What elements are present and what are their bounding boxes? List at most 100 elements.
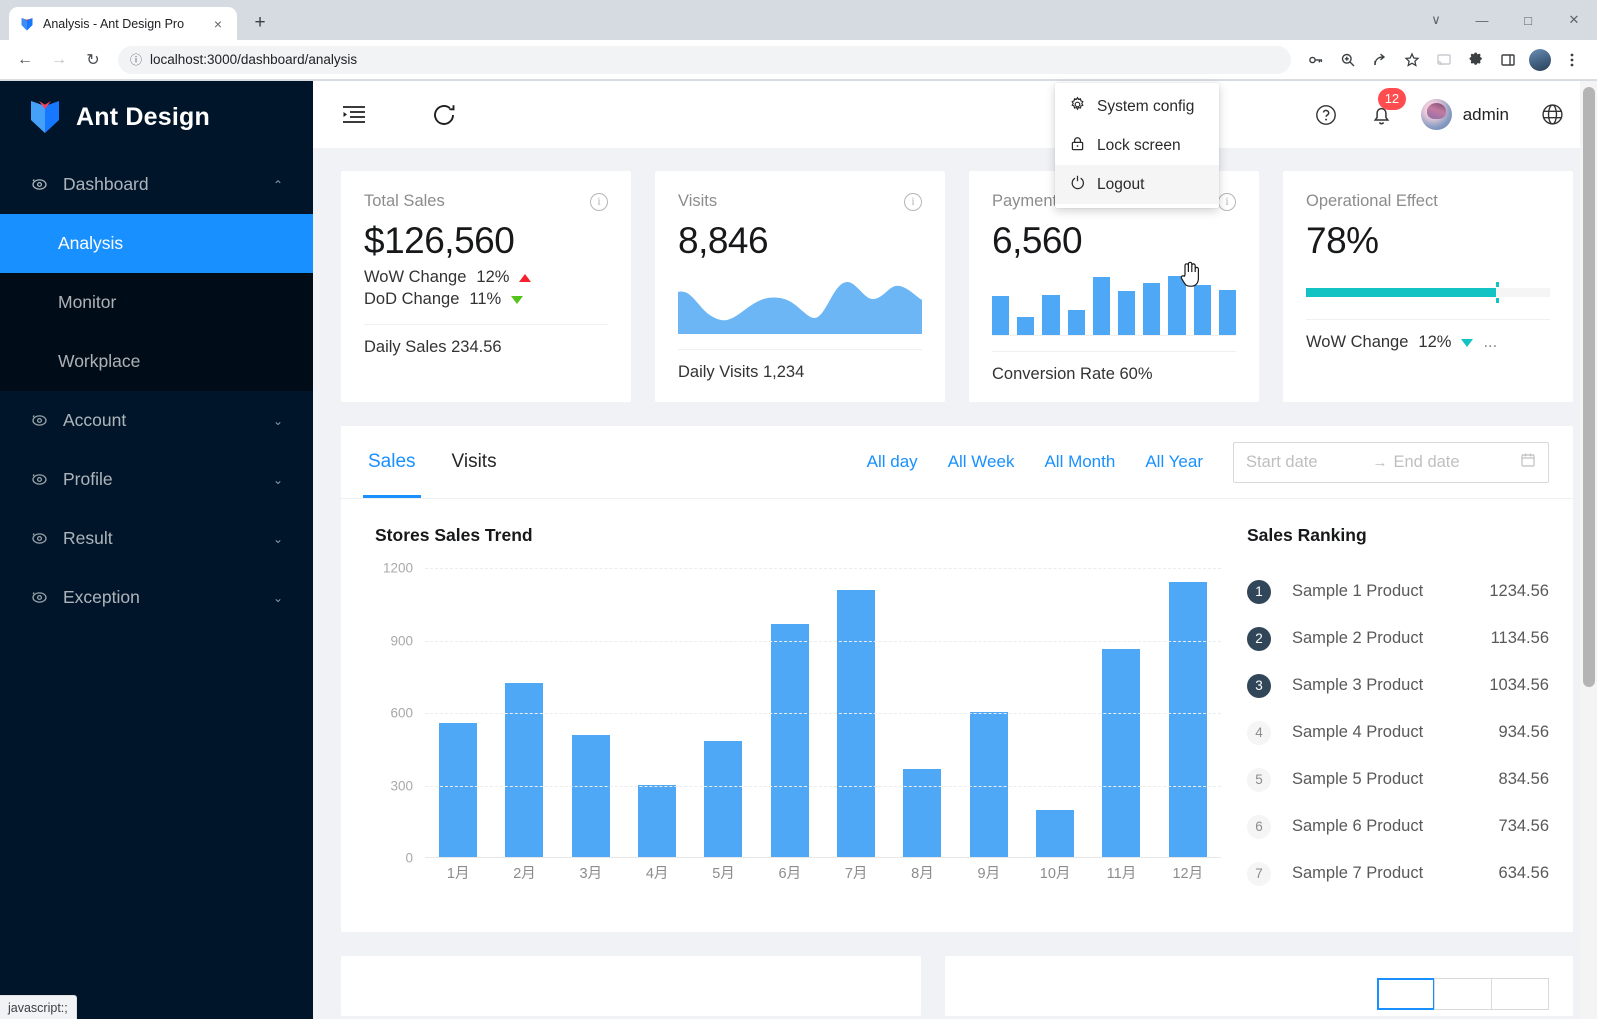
trend-up-icon <box>519 273 532 282</box>
sidebar-item-analysis[interactable]: Analysis <box>0 214 313 273</box>
profile-avatar[interactable] <box>1529 48 1551 71</box>
sidebar-item-account[interactable]: Account ⌄ <box>0 391 313 450</box>
chevron-down-icon[interactable]: ⌄ <box>273 414 283 428</box>
sidebar-item-workplace[interactable]: Workplace <box>0 332 313 391</box>
browser-status-bar: javascript:; <box>0 995 77 1019</box>
trend-down-icon <box>511 295 524 304</box>
menu-item-lock-screen[interactable]: Lock screen <box>1055 126 1219 165</box>
tab-sales[interactable]: Sales <box>363 426 421 498</box>
minimize-icon[interactable]: — <box>1459 0 1505 40</box>
menu-item-system-config[interactable]: System config <box>1055 87 1219 126</box>
browser-actions <box>1301 45 1587 75</box>
segmented-control <box>1377 978 1549 1010</box>
zoom-icon[interactable] <box>1333 45 1363 75</box>
chevron-down-icon[interactable]: ⌄ <box>273 473 283 487</box>
key-icon[interactable] <box>1301 45 1331 75</box>
date-range-picker[interactable]: Start date → End date <box>1233 441 1549 483</box>
card-title: Visits <box>678 192 718 210</box>
gridline <box>425 568 1221 569</box>
bar[interactable] <box>571 734 610 857</box>
more-icon[interactable]: ... <box>1483 333 1497 352</box>
globe-icon[interactable] <box>1535 98 1569 132</box>
brand-logo[interactable]: Ant Design <box>0 81 313 153</box>
bar[interactable] <box>704 741 743 857</box>
sidebar-item-profile[interactable]: Profile ⌄ <box>0 450 313 509</box>
back-icon[interactable]: ← <box>10 45 40 75</box>
bar[interactable] <box>439 722 478 857</box>
extensions-icon[interactable] <box>1461 45 1491 75</box>
trend-down-icon <box>1461 338 1474 347</box>
card-value: 8,846 <box>678 220 769 261</box>
x-axis-tick: 11月 <box>1106 866 1137 882</box>
info-icon[interactable]: i <box>904 192 922 211</box>
share-icon[interactable] <box>1365 45 1395 75</box>
bar[interactable] <box>638 785 677 857</box>
sidebar-menu: Dashboard ⌃ Analysis Monitor Workplace A… <box>0 153 313 627</box>
question-circle-icon[interactable] <box>1309 98 1343 132</box>
card-footer: WoW Change 12% ... <box>1306 333 1550 352</box>
chevron-down-icon[interactable]: ∨ <box>1413 0 1459 40</box>
filter-all-day[interactable]: All day <box>867 452 918 472</box>
ranking-row: 4 Sample 4 Product 934.56 <box>1247 709 1549 756</box>
segment-option-2[interactable] <box>1434 978 1492 1010</box>
brand-name: Ant Design <box>76 102 210 131</box>
refresh-icon[interactable] <box>427 98 461 132</box>
bar[interactable] <box>969 712 1008 857</box>
menu-fold-icon[interactable] <box>337 98 371 132</box>
forward-icon[interactable]: → <box>44 45 74 75</box>
chevron-down-icon[interactable]: ⌄ <box>273 532 283 546</box>
side-panel-icon[interactable] <box>1493 45 1523 75</box>
address-bar[interactable]: ⓘ localhost:3000/dashboard/analysis <box>118 45 1291 74</box>
reload-icon[interactable]: ↻ <box>78 45 108 75</box>
ranking-row: 6 Sample 6 Product 734.56 <box>1247 803 1549 850</box>
close-icon[interactable]: × <box>209 17 227 31</box>
mini-bar <box>1193 284 1211 335</box>
window-controls: ∨ — □ ✕ <box>1413 0 1597 40</box>
x-axis-tick: 5月 <box>712 866 735 882</box>
user-menu[interactable]: admin <box>1420 99 1509 130</box>
trend-wow: WoW Change 12% <box>364 268 608 287</box>
bar[interactable] <box>505 683 544 857</box>
sidebar-item-exception[interactable]: Exception ⌄ <box>0 568 313 627</box>
bar[interactable] <box>1036 809 1075 857</box>
browser-tab[interactable]: Analysis - Ant Design Pro × <box>9 7 237 40</box>
bell-icon[interactable]: 12 <box>1369 87 1407 130</box>
bar[interactable] <box>1102 649 1141 857</box>
bar[interactable] <box>903 768 942 857</box>
bar[interactable] <box>1168 581 1207 857</box>
cast-icon[interactable] <box>1429 45 1459 75</box>
bar[interactable] <box>770 623 809 857</box>
calendar-icon[interactable] <box>1520 452 1536 472</box>
sidebar-item-dashboard[interactable]: Dashboard ⌃ <box>0 155 313 214</box>
filter-all-week[interactable]: All Week <box>948 452 1015 472</box>
end-date-input[interactable]: End date <box>1394 453 1515 472</box>
url-text: localhost:3000/dashboard/analysis <box>150 52 358 67</box>
tab-visits[interactable]: Visits <box>447 426 502 498</box>
close-window-icon[interactable]: ✕ <box>1551 0 1597 40</box>
site-info-icon[interactable]: ⓘ <box>130 51 142 68</box>
chevron-down-icon[interactable]: ⌄ <box>273 591 283 605</box>
maximize-icon[interactable]: □ <box>1505 0 1551 40</box>
filter-all-year[interactable]: All Year <box>1145 452 1203 472</box>
sidebar-item-monitor[interactable]: Monitor <box>0 273 313 332</box>
filter-all-month[interactable]: All Month <box>1044 452 1115 472</box>
bar[interactable] <box>837 589 876 857</box>
progress-bar <box>1306 282 1550 303</box>
header-right: 12 admin <box>1309 87 1569 132</box>
segment-option-3[interactable] <box>1491 978 1549 1010</box>
bottom-cards-row <box>341 956 1573 1016</box>
scrollbar-thumb[interactable] <box>1583 87 1595 687</box>
page-scrollbar[interactable] <box>1580 81 1597 1019</box>
info-icon[interactable]: i <box>590 192 608 211</box>
sidebar-item-result[interactable]: Result ⌄ <box>0 509 313 568</box>
chrome-menu-icon[interactable] <box>1557 45 1587 75</box>
segment-option-1[interactable] <box>1377 978 1435 1010</box>
new-tab-button[interactable]: + <box>246 9 274 37</box>
menu-item-logout[interactable]: Logout <box>1055 165 1219 204</box>
chevron-up-icon[interactable]: ⌃ <box>273 178 283 192</box>
start-date-input[interactable]: Start date <box>1246 453 1367 472</box>
avatar <box>1420 99 1452 130</box>
info-icon[interactable]: i <box>1218 192 1236 211</box>
trend-value: 11% <box>469 290 502 308</box>
star-icon[interactable] <box>1397 45 1427 75</box>
